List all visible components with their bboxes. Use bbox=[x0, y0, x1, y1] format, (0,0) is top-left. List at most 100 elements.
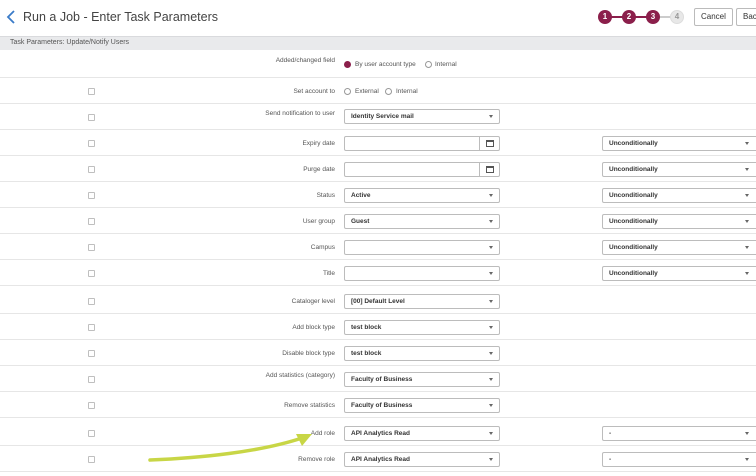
status-select[interactable]: Active bbox=[344, 188, 500, 203]
row-checkbox[interactable] bbox=[88, 166, 95, 173]
campus-condition-select[interactable]: Unconditionally bbox=[602, 240, 756, 255]
calendar-button[interactable] bbox=[479, 137, 499, 150]
radio-external[interactable] bbox=[344, 88, 351, 95]
radio-by-user-account-type[interactable] bbox=[344, 61, 351, 68]
field-label: Send notification to user bbox=[265, 110, 335, 117]
chevron-down-icon bbox=[489, 246, 493, 249]
field-label: Cataloger level bbox=[291, 298, 335, 305]
title-condition-select[interactable]: Unconditionally bbox=[602, 266, 756, 281]
param-row-purge-date: Purge date Unconditionally bbox=[0, 156, 756, 182]
chevron-down-icon bbox=[489, 458, 493, 461]
remove-role-condition-select[interactable]: - bbox=[602, 452, 756, 467]
row-checkbox[interactable] bbox=[88, 430, 95, 437]
back-chevron-icon[interactable] bbox=[6, 10, 18, 24]
param-row-campus: Campus Unconditionally bbox=[0, 234, 756, 260]
field-label: Remove statistics bbox=[284, 402, 335, 409]
remove-role-select[interactable]: API Analytics Read bbox=[344, 452, 500, 467]
expiry-date-condition-select[interactable]: Unconditionally bbox=[602, 136, 756, 151]
field-label: Add statistics (category) bbox=[265, 372, 335, 379]
param-row-status: Status Active Unconditionally bbox=[0, 182, 756, 208]
purge-date-input[interactable] bbox=[344, 162, 500, 177]
top-bar: Run a Job - Enter Task Parameters 1 2 3 … bbox=[0, 0, 756, 34]
section-title: Task Parameters: Update/Notify Users bbox=[10, 39, 130, 46]
remove-statistics-select[interactable]: Faculty of Business bbox=[344, 398, 500, 413]
cataloger-level-select[interactable]: [00] Default Level bbox=[344, 294, 500, 309]
back-button[interactable]: Back bbox=[736, 8, 756, 26]
annotation-arrow-icon bbox=[148, 434, 312, 462]
row-checkbox[interactable] bbox=[88, 114, 95, 121]
calendar-button[interactable] bbox=[479, 163, 499, 176]
param-row-send-notification: Send notification to user Identity Servi… bbox=[0, 104, 756, 130]
field-label: Campus bbox=[310, 244, 335, 251]
field-label: Status bbox=[316, 192, 335, 199]
param-row-title: Title Unconditionally bbox=[0, 260, 756, 286]
param-row-added-changed-field: Added/changed field By user account type… bbox=[0, 50, 756, 78]
status-condition-select[interactable]: Unconditionally bbox=[602, 188, 756, 203]
field-label: Purge date bbox=[303, 166, 335, 173]
chevron-down-icon bbox=[489, 220, 493, 223]
radio-label: Internal bbox=[396, 88, 418, 95]
chevron-down-icon bbox=[745, 142, 749, 145]
chevron-down-icon bbox=[489, 378, 493, 381]
chevron-down-icon bbox=[489, 432, 493, 435]
purge-date-condition-select[interactable]: Unconditionally bbox=[602, 162, 756, 177]
radio-internal[interactable] bbox=[425, 61, 432, 68]
send-notification-select[interactable]: Identity Service mail bbox=[344, 109, 500, 124]
step-4: 4 bbox=[670, 10, 684, 24]
radio-label: By user account type bbox=[355, 61, 416, 68]
row-checkbox[interactable] bbox=[88, 376, 95, 383]
chevron-down-icon bbox=[745, 272, 749, 275]
section-header: Task Parameters: Update/Notify Users bbox=[0, 36, 756, 50]
chevron-down-icon bbox=[745, 220, 749, 223]
param-row-add-role: Add role API Analytics Read - bbox=[0, 420, 756, 446]
add-role-select[interactable]: API Analytics Read bbox=[344, 426, 500, 441]
chevron-down-icon bbox=[489, 326, 493, 329]
expiry-date-input[interactable] bbox=[344, 136, 500, 151]
row-checkbox[interactable] bbox=[88, 270, 95, 277]
radio-internal[interactable] bbox=[385, 88, 392, 95]
add-statistics-select[interactable]: Faculty of Business bbox=[344, 372, 500, 387]
row-checkbox[interactable] bbox=[88, 402, 95, 409]
campus-select[interactable] bbox=[344, 240, 500, 255]
radio-label: Internal bbox=[435, 61, 457, 68]
row-checkbox[interactable] bbox=[88, 456, 95, 463]
param-row-set-account-to: Set account to External Internal bbox=[0, 78, 756, 104]
param-row-add-block-type: Add block type test block bbox=[0, 314, 756, 340]
cancel-button[interactable]: Cancel bbox=[694, 8, 733, 26]
row-checkbox[interactable] bbox=[88, 192, 95, 199]
add-block-type-select[interactable]: test block bbox=[344, 320, 500, 335]
chevron-down-icon bbox=[745, 246, 749, 249]
row-checkbox[interactable] bbox=[88, 88, 95, 95]
chevron-down-icon bbox=[489, 404, 493, 407]
chevron-down-icon bbox=[489, 194, 493, 197]
chevron-down-icon bbox=[745, 168, 749, 171]
user-group-select[interactable]: Guest bbox=[344, 214, 500, 229]
row-checkbox[interactable] bbox=[88, 140, 95, 147]
disable-block-type-select[interactable]: test block bbox=[344, 346, 500, 361]
chevron-down-icon bbox=[745, 194, 749, 197]
param-row-remove-statistics: Remove statistics Faculty of Business bbox=[0, 392, 756, 418]
wizard-steps: 1 2 3 4 bbox=[598, 9, 684, 25]
field-label: Title bbox=[322, 270, 335, 277]
field-label: Add block type bbox=[292, 324, 335, 331]
chevron-down-icon bbox=[745, 458, 749, 461]
param-row-expiry-date: Expiry date Unconditionally bbox=[0, 130, 756, 156]
row-checkbox[interactable] bbox=[88, 218, 95, 225]
chevron-down-icon bbox=[489, 272, 493, 275]
field-label: Added/changed field bbox=[275, 57, 335, 64]
calendar-icon bbox=[486, 166, 494, 173]
row-checkbox[interactable] bbox=[88, 324, 95, 331]
param-row-add-statistics: Add statistics (category) Faculty of Bus… bbox=[0, 366, 756, 392]
row-checkbox[interactable] bbox=[88, 298, 95, 305]
chevron-down-icon bbox=[489, 300, 493, 303]
user-group-condition-select[interactable]: Unconditionally bbox=[602, 214, 756, 229]
field-label: Set account to bbox=[293, 88, 335, 95]
title-select[interactable] bbox=[344, 266, 500, 281]
add-role-condition-select[interactable]: - bbox=[602, 426, 756, 441]
row-checkbox[interactable] bbox=[88, 244, 95, 251]
row-checkbox[interactable] bbox=[88, 350, 95, 357]
param-row-disable-block-type: Disable block type test block bbox=[0, 340, 756, 366]
step-1: 1 bbox=[598, 10, 612, 24]
chevron-down-icon bbox=[489, 115, 493, 118]
chevron-down-icon bbox=[489, 352, 493, 355]
